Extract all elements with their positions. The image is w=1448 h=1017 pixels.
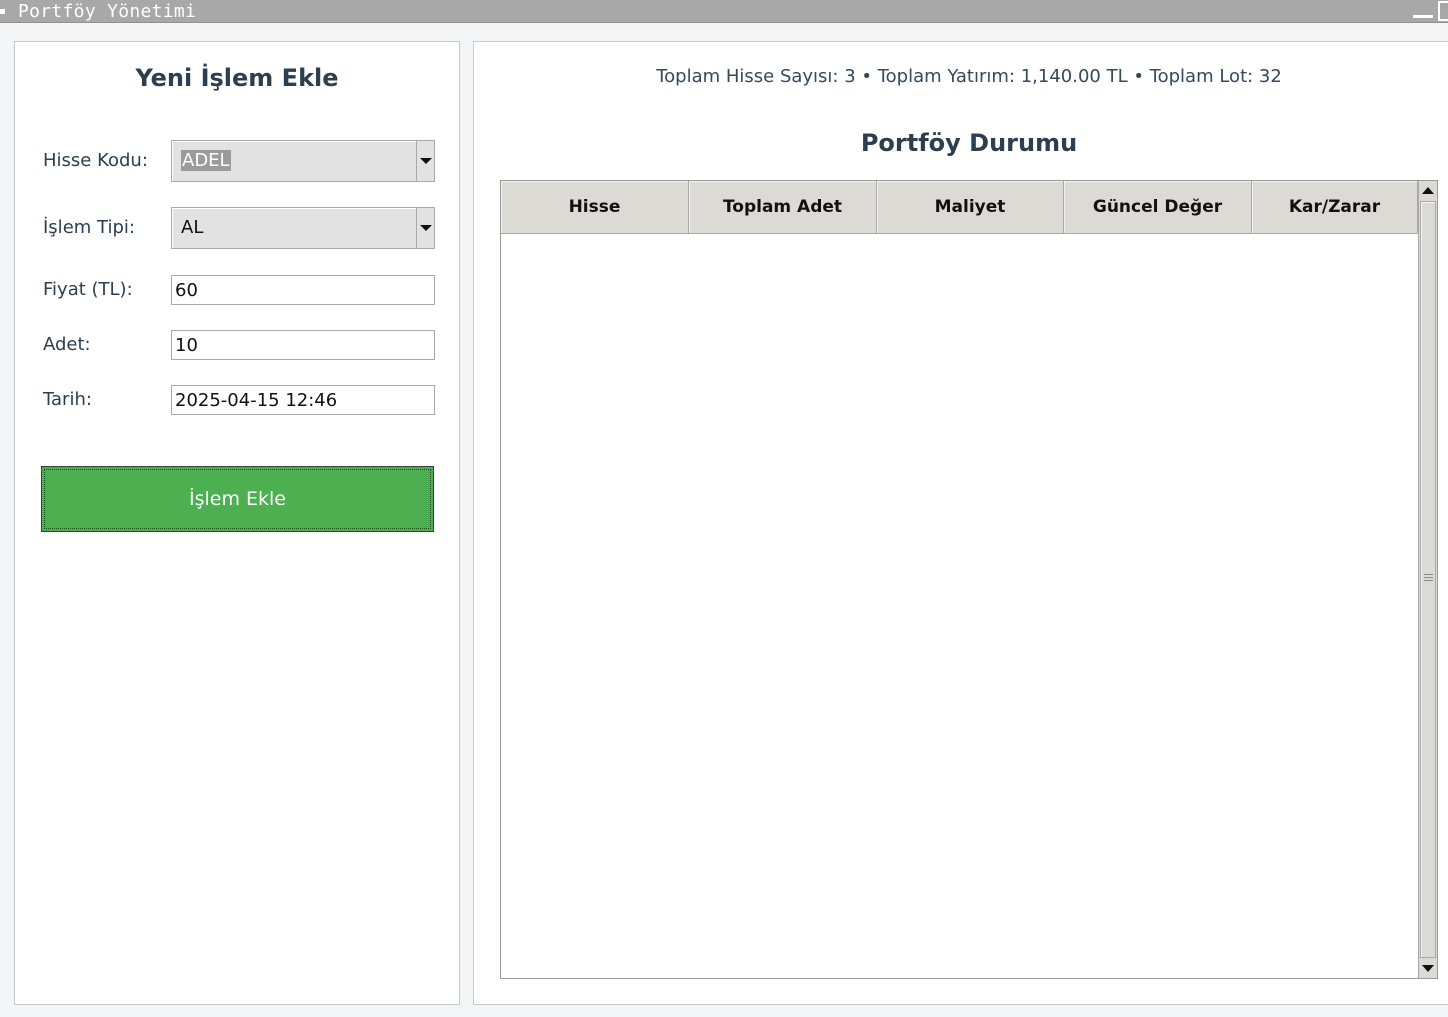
date-field[interactable] — [171, 385, 435, 415]
quantity-field[interactable] — [171, 330, 435, 360]
column-header-stock[interactable]: Hisse — [501, 181, 689, 234]
portfolio-table: Hisse Toplam Adet Maliyet Güncel Değer K… — [500, 180, 1438, 979]
transaction-type-value[interactable]: AL — [181, 217, 203, 238]
stock-code-label: Hisse Kodu: — [43, 150, 148, 171]
form-title: Yeni İşlem Ekle — [135, 64, 339, 92]
column-header-total-quantity[interactable]: Toplam Adet — [689, 181, 877, 234]
price-label: Fiyat (TL): — [43, 279, 133, 300]
scroll-up-arrow-icon[interactable] — [1420, 183, 1436, 199]
date-label: Tarih: — [43, 389, 92, 410]
quantity-label: Adet: — [43, 334, 91, 355]
transaction-form-panel: Yeni İşlem Ekle Hisse Kodu: ADEL İşlem T… — [14, 41, 460, 1005]
portfolio-panel: Toplam Hisse Sayısı: 3 • Toplam Yatırım:… — [473, 41, 1448, 1005]
window-titlebar[interactable]: Portföy Yönetimi — [0, 0, 1448, 23]
price-field[interactable] — [171, 275, 435, 305]
stock-code-value[interactable]: ADEL — [181, 150, 231, 171]
chevron-down-icon[interactable] — [416, 208, 434, 248]
stock-code-combobox[interactable]: ADEL — [171, 140, 435, 182]
column-header-profit-loss[interactable]: Kar/Zarar — [1252, 181, 1418, 234]
transaction-type-label: İşlem Tipi: — [43, 217, 135, 238]
add-transaction-button[interactable]: İşlem Ekle — [41, 466, 434, 532]
vertical-scrollbar[interactable] — [1418, 181, 1437, 978]
portfolio-table-title: Portföy Durumu — [860, 129, 1078, 157]
window-title: Portföy Yönetimi — [18, 1, 197, 22]
window-menu-icon[interactable] — [0, 9, 5, 14]
minimize-icon[interactable] — [1413, 15, 1433, 18]
portfolio-summary: Toplam Hisse Sayısı: 3 • Toplam Yatırım:… — [656, 66, 1282, 87]
table-body[interactable] — [501, 234, 1418, 978]
column-header-cost[interactable]: Maliyet — [877, 181, 1064, 234]
transaction-type-combobox[interactable]: AL — [171, 207, 435, 249]
maximize-icon[interactable] — [1438, 1, 1448, 21]
column-header-current-value[interactable]: Güncel Değer — [1064, 181, 1252, 234]
scroll-down-arrow-icon[interactable] — [1420, 960, 1436, 976]
chevron-down-icon[interactable] — [416, 141, 434, 181]
table-header: Hisse Toplam Adet Maliyet Güncel Değer K… — [501, 181, 1418, 234]
scrollbar-thumb[interactable] — [1420, 201, 1436, 958]
grip-icon — [1424, 574, 1433, 583]
